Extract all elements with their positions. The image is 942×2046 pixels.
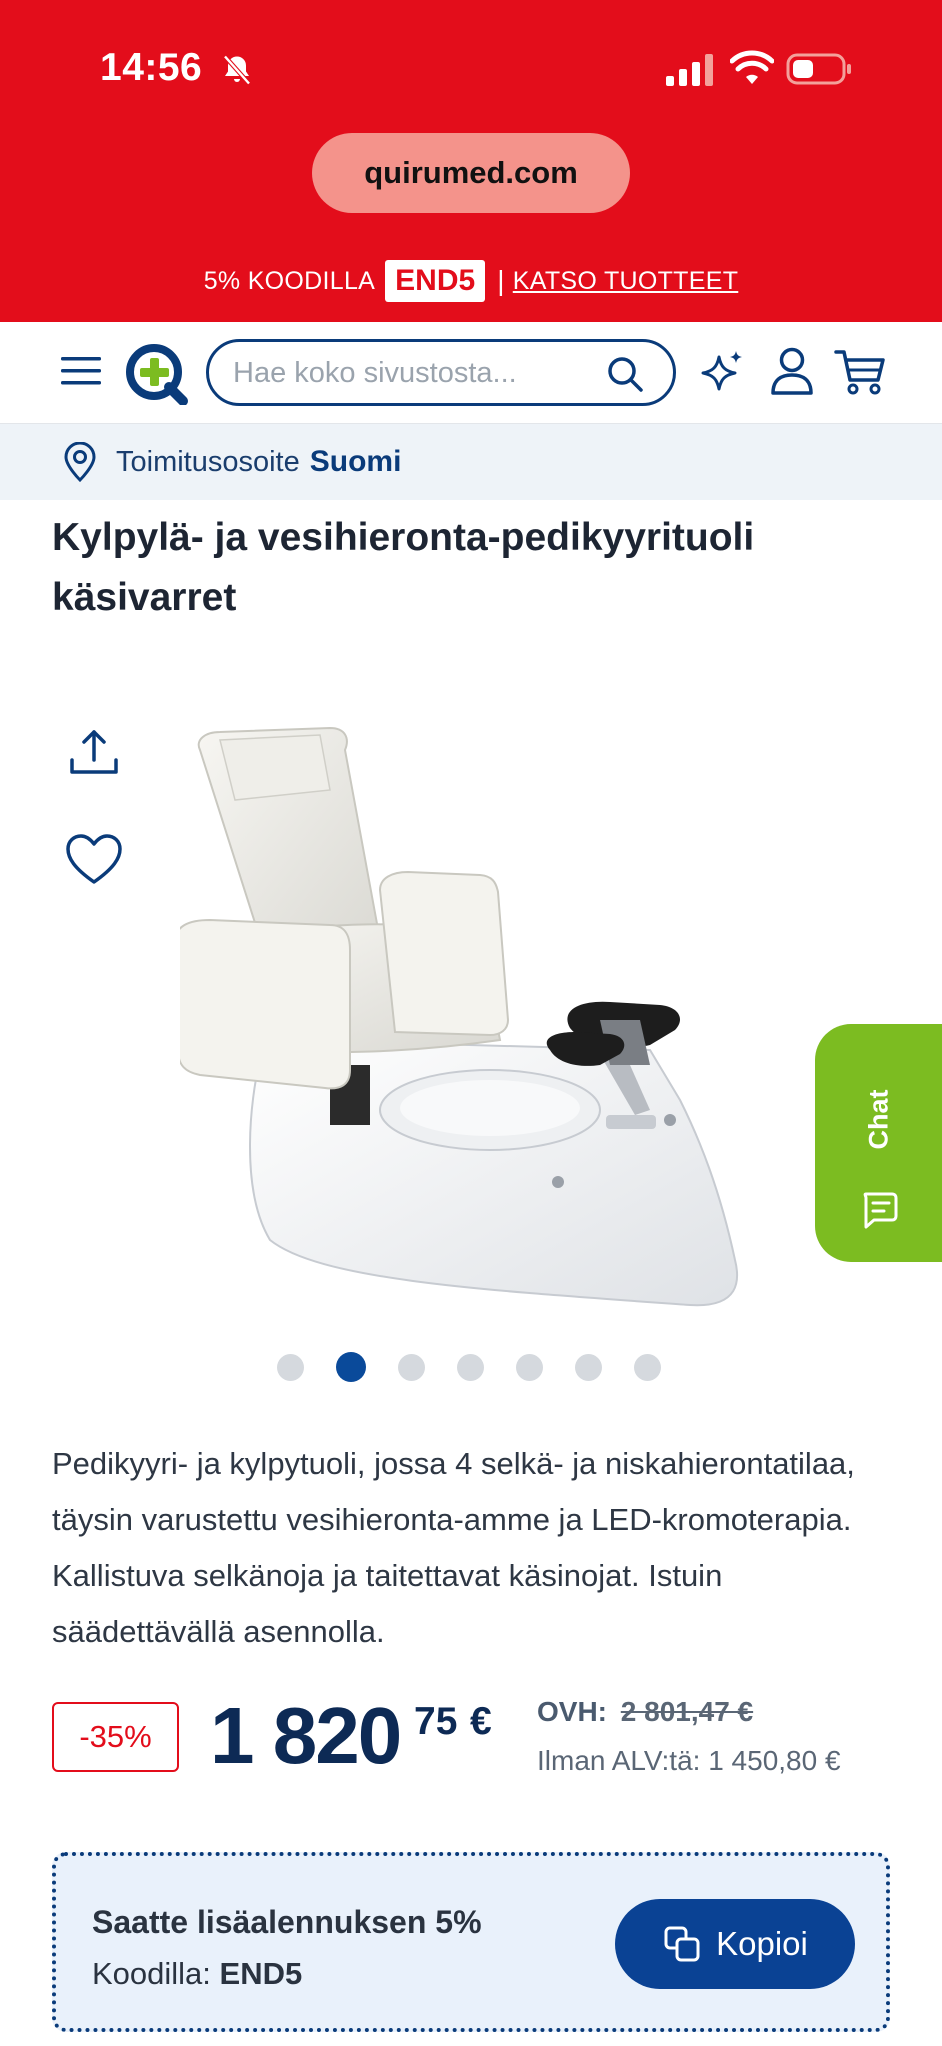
- status-bar: 14:56: [0, 0, 942, 130]
- copy-code-button[interactable]: Kopioi: [615, 1899, 855, 1989]
- chat-bubble-icon: [863, 1192, 898, 1229]
- shopping-cart-icon: [834, 350, 885, 395]
- promo-separator: |: [497, 265, 505, 296]
- logo-link[interactable]: [124, 342, 190, 406]
- promo-prefix: 5% KOODILLA: [203, 266, 376, 295]
- chat-label: Chat: [863, 1089, 893, 1150]
- gallery-dot[interactable]: [575, 1354, 602, 1381]
- browser-url-bar[interactable]: quirumed.com: [312, 133, 630, 213]
- copy-icon: [664, 1926, 700, 1962]
- coupon-code: END5: [219, 1956, 303, 1991]
- gallery-dot[interactable]: [398, 1354, 425, 1381]
- coupon-code-line: Koodilla: END5: [92, 1956, 302, 1992]
- wifi-icon: [730, 50, 774, 84]
- sparkle-icon: [701, 351, 742, 391]
- promo-banner: 5% KOODILLA END5 | KATSO TUOTTEET: [0, 258, 942, 304]
- chat-button[interactable]: Chat: [815, 1024, 942, 1262]
- cellular-signal-icon: [666, 54, 713, 86]
- list-price-value: 2 801,47 €: [620, 1696, 754, 1727]
- account-button[interactable]: [766, 344, 818, 398]
- favorite-heart-icon[interactable]: [64, 832, 124, 888]
- location-pin-icon: [64, 442, 96, 482]
- delivery-label: Toimitusosoite: [116, 445, 300, 478]
- delivery-country: Suomi: [309, 445, 402, 478]
- gallery-pagination: [277, 1352, 661, 1382]
- share-icon[interactable]: [66, 726, 122, 782]
- gallery-dot[interactable]: [457, 1354, 484, 1381]
- ai-assistant-button[interactable]: [698, 348, 746, 396]
- user-icon: [771, 347, 813, 395]
- gallery-dot[interactable]: [277, 1354, 304, 1381]
- list-price: OVH: 2 801,47 €: [537, 1696, 753, 1728]
- gallery-dot[interactable]: [516, 1354, 543, 1381]
- product-image[interactable]: [180, 720, 770, 1320]
- gallery-dot[interactable]: [634, 1354, 661, 1381]
- status-time: 14:56: [100, 46, 203, 89]
- delivery-address-bar[interactable]: Toimitusosoite Suomi: [0, 424, 942, 500]
- coupon-box: Saatte lisäalennuksen 5% Koodilla: END5 …: [52, 1852, 890, 2032]
- quirumed-logo-icon: [126, 344, 188, 405]
- coupon-title: Saatte lisäalennuksen 5%: [92, 1904, 482, 1940]
- price-cents: 75: [414, 1700, 458, 1743]
- price-without-vat: Ilman ALV:tä: 1 450,80 €: [537, 1745, 841, 1776]
- search-input[interactable]: [233, 350, 593, 396]
- search-box[interactable]: [206, 339, 676, 406]
- copy-button-label: Kopioi: [716, 1925, 808, 1962]
- cart-button[interactable]: [832, 346, 888, 398]
- browser-url-text: quirumed.com: [364, 155, 578, 190]
- top-banner-area: 14:56 quirumed.com 5% KOODILLA END5 | KA…: [0, 0, 942, 322]
- promo-link-see-products[interactable]: KATSO TUOTTEET: [513, 267, 739, 296]
- hamburger-icon: [61, 357, 101, 385]
- price-main: 1 820: [210, 1691, 402, 1780]
- list-price-label: OVH:: [537, 1696, 607, 1727]
- menu-button[interactable]: [58, 348, 104, 394]
- site-header: [0, 322, 942, 424]
- product-description: Pedikyyri- ja kylpytuoli, jossa 4 selkä-…: [52, 1446, 855, 1649]
- price-currency: €: [470, 1700, 492, 1743]
- battery-icon: [786, 53, 851, 85]
- discount-badge: -35%: [52, 1702, 179, 1772]
- bell-off-icon: [223, 55, 251, 85]
- search-icon[interactable]: [605, 354, 645, 394]
- coupon-code-label: Koodilla:: [92, 1956, 211, 1991]
- gallery-dot-active[interactable]: [336, 1352, 366, 1382]
- promo-code: END5: [385, 260, 486, 302]
- product-title: Kylpylä- ja vesihieronta-pedikyyrituoli …: [52, 516, 755, 619]
